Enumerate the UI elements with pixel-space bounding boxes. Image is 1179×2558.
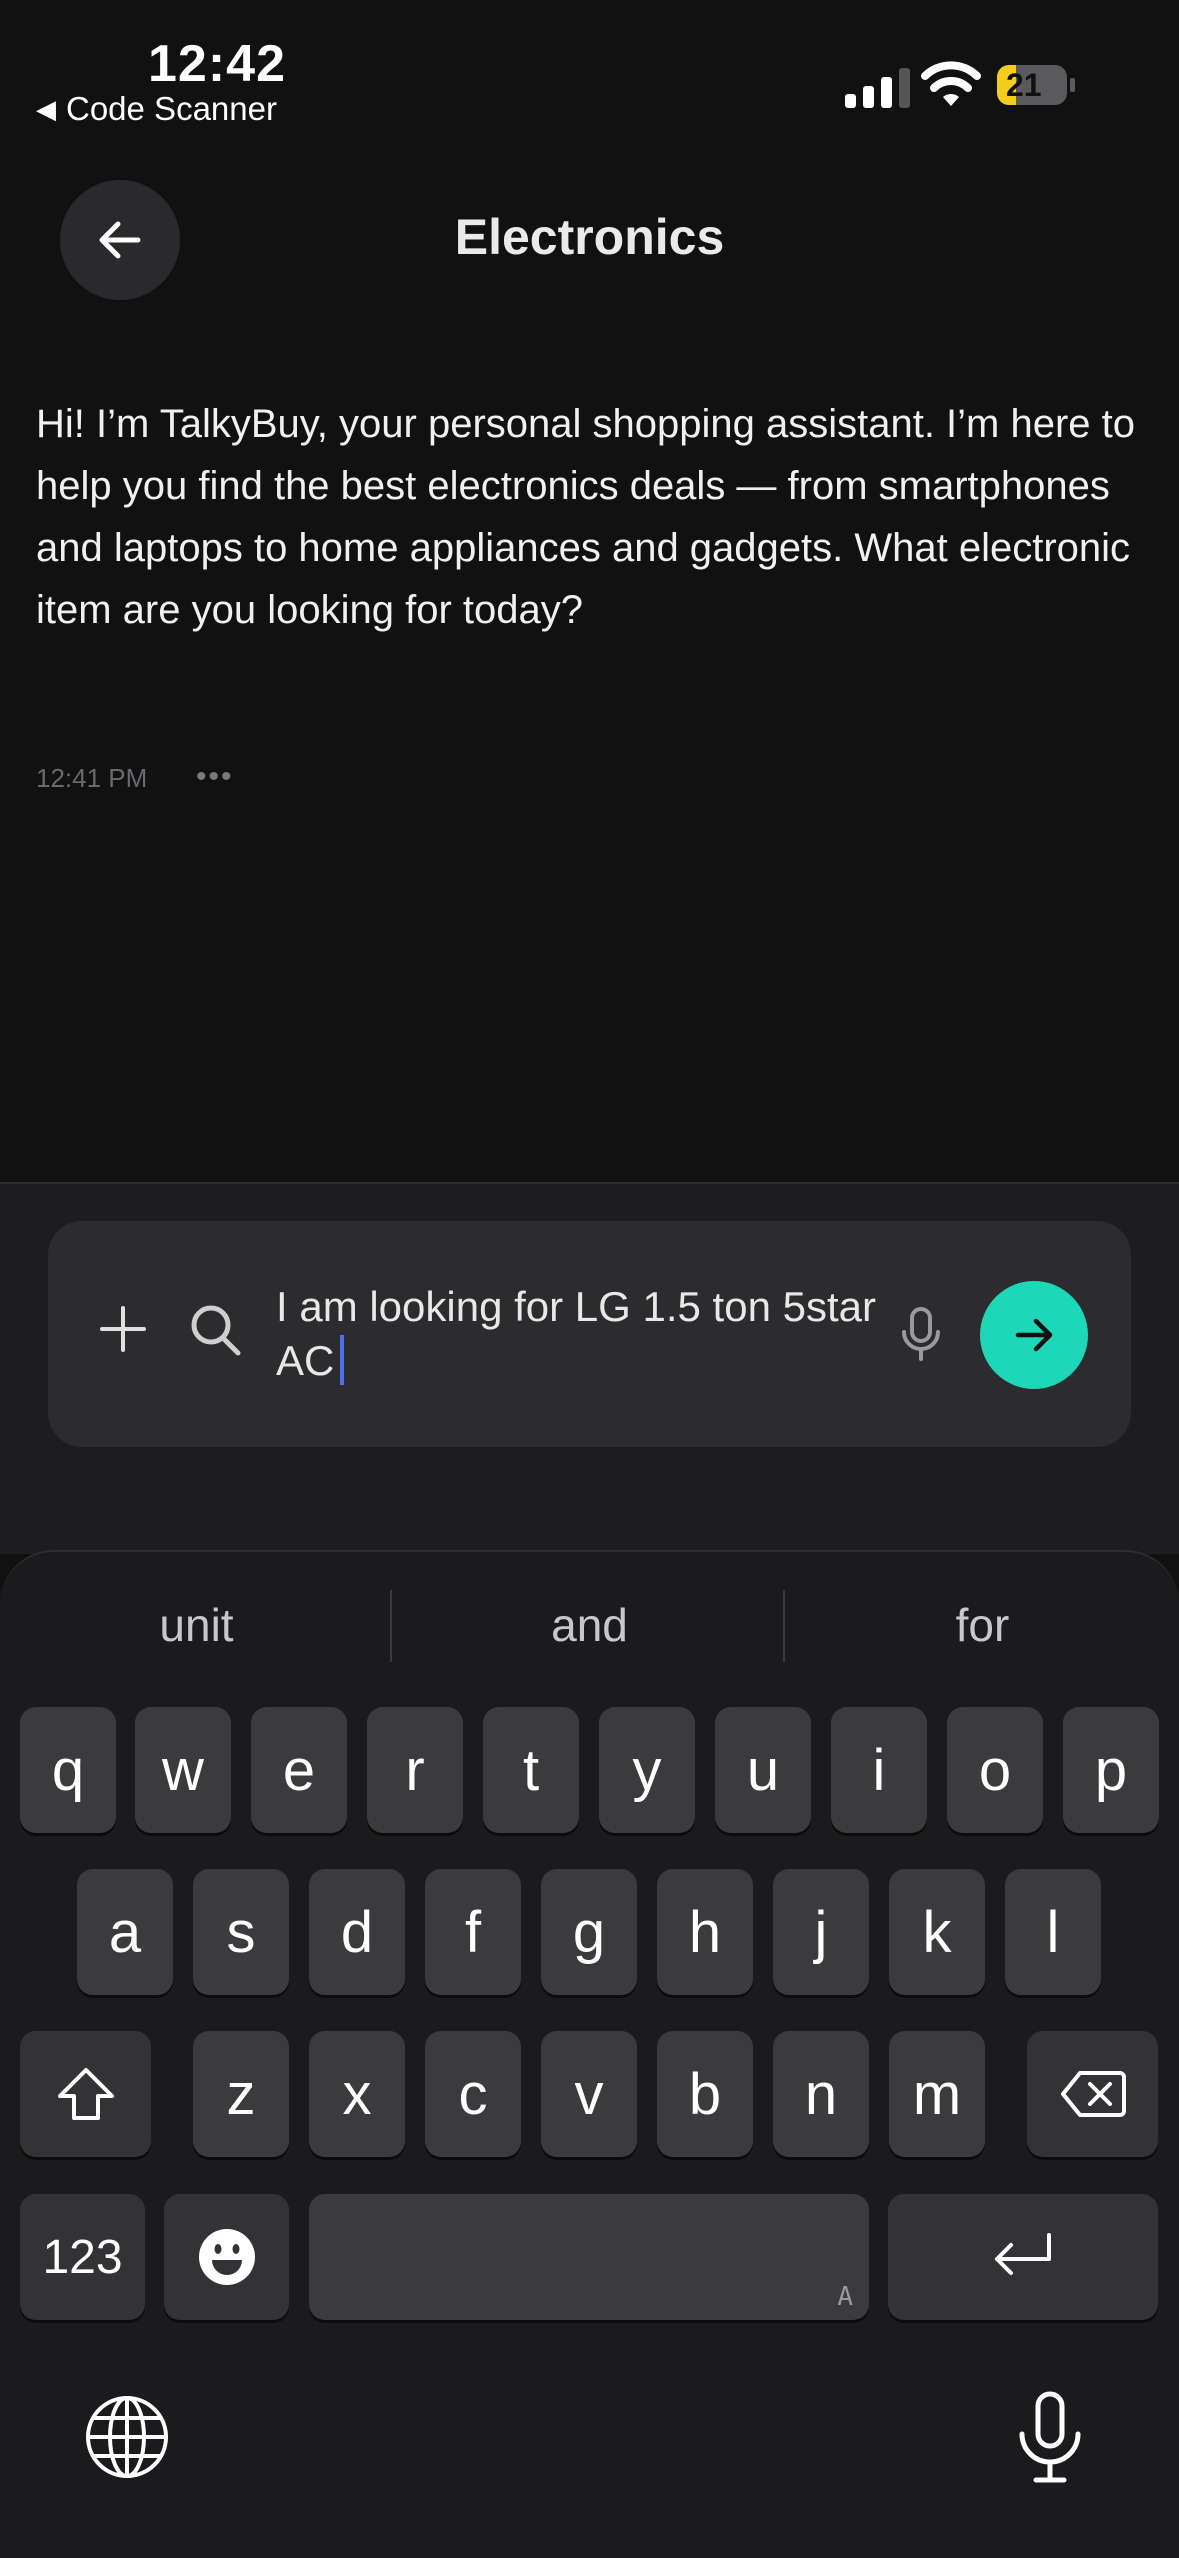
message-input[interactable]: I am looking for LG 1.5 ton 5star AC	[276, 1280, 876, 1388]
backspace-icon	[1060, 2071, 1126, 2117]
suggestion-3[interactable]: for	[786, 1598, 1179, 1652]
key-y[interactable]: y	[599, 1707, 695, 1833]
suggestion-2[interactable]: and	[393, 1598, 786, 1652]
key-n[interactable]: n	[773, 2031, 869, 2157]
backspace-key[interactable]	[1027, 2031, 1158, 2157]
key-a[interactable]: a	[77, 1869, 173, 1995]
space-key[interactable]: A	[309, 2194, 869, 2320]
key-w[interactable]: w	[135, 1707, 231, 1833]
key-i[interactable]: i	[831, 1707, 927, 1833]
back-app-label: Code Scanner	[66, 90, 277, 127]
status-time: 12:42	[148, 35, 286, 93]
key-g[interactable]: g	[541, 1869, 637, 1995]
arrow-right-icon	[1015, 1318, 1053, 1352]
key-l[interactable]: l	[1005, 1869, 1101, 1995]
key-f[interactable]: f	[425, 1869, 521, 1995]
plus-icon[interactable]	[96, 1302, 150, 1356]
text-caret	[340, 1335, 345, 1385]
dictation-mic-icon[interactable]	[1014, 2390, 1086, 2486]
key-s[interactable]: s	[193, 1869, 289, 1995]
key-q[interactable]: q	[20, 1707, 116, 1833]
key-h[interactable]: h	[657, 1869, 753, 1995]
key-p[interactable]: p	[1063, 1707, 1159, 1833]
more-options-icon[interactable]: •••	[196, 760, 234, 794]
return-icon	[995, 2233, 1051, 2275]
microphone-icon[interactable]	[898, 1306, 944, 1362]
globe-icon[interactable]	[84, 2394, 170, 2480]
assistant-message: Hi! I’m TalkyBuy, your personal shopping…	[36, 402, 1136, 632]
battery-icon: 21	[996, 64, 1076, 106]
key-u[interactable]: u	[715, 1707, 811, 1833]
key-k[interactable]: k	[889, 1869, 985, 1995]
wifi-icon	[921, 61, 981, 106]
cellular-signal-icon	[845, 62, 910, 108]
page-title: Electronics	[454, 209, 725, 265]
suggestion-divider	[390, 1590, 392, 1662]
back-triangle-icon: ◀	[36, 93, 56, 124]
key-c[interactable]: c	[425, 2031, 521, 2157]
message-timestamp: 12:41 PM	[36, 763, 148, 793]
key-b[interactable]: b	[657, 2031, 753, 2157]
message-input-value: I am looking for LG 1.5 ton 5star AC	[276, 1283, 876, 1384]
back-to-app-link[interactable]: ◀ Code Scanner	[36, 90, 277, 128]
key-e[interactable]: e	[251, 1707, 347, 1833]
shift-key[interactable]	[20, 2031, 151, 2157]
key-o[interactable]: o	[947, 1707, 1043, 1833]
space-hint: A	[837, 2282, 853, 2312]
return-key[interactable]	[888, 2194, 1158, 2320]
key-t[interactable]: t	[483, 1707, 579, 1833]
emoji-icon	[198, 2229, 255, 2285]
battery-level: 21	[1006, 67, 1042, 103]
emoji-key[interactable]	[164, 2194, 289, 2320]
key-j[interactable]: j	[773, 1869, 869, 1995]
key-z[interactable]: z	[193, 2031, 289, 2157]
shift-icon	[57, 2068, 114, 2120]
key-r[interactable]: r	[367, 1707, 463, 1833]
numbers-key[interactable]: 123	[20, 2194, 145, 2320]
send-button[interactable]	[980, 1281, 1088, 1389]
suggestion-divider	[783, 1590, 785, 1662]
suggestion-1[interactable]: unit	[0, 1598, 393, 1652]
key-d[interactable]: d	[309, 1869, 405, 1995]
key-m[interactable]: m	[889, 2031, 985, 2157]
search-icon[interactable]	[188, 1302, 242, 1358]
key-x[interactable]: x	[309, 2031, 405, 2157]
key-v[interactable]: v	[541, 2031, 637, 2157]
